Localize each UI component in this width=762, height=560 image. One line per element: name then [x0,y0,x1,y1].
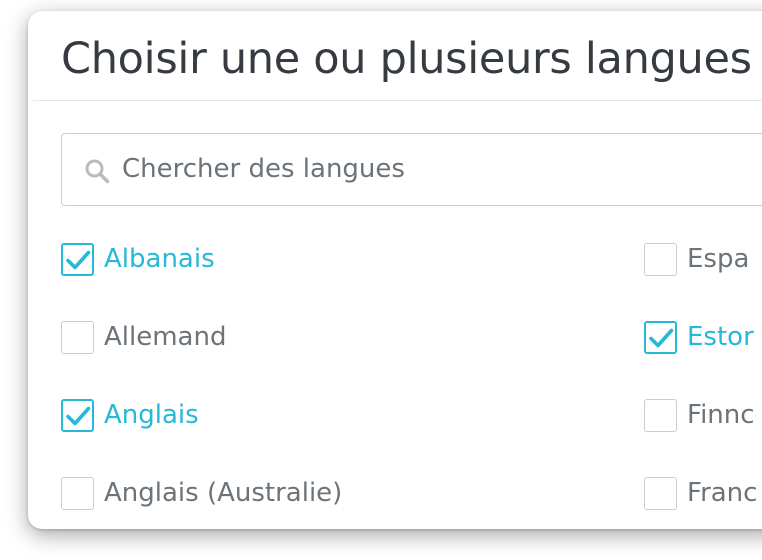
checkbox[interactable] [644,399,677,432]
search-input[interactable] [122,146,722,192]
checkbox[interactable] [61,477,94,510]
checkmark-icon [649,328,674,348]
checkbox[interactable] [644,321,677,354]
search-icon [85,159,110,184]
checkmark-icon [66,406,91,426]
language-label: Anglais [104,400,199,430]
language-label: Franc [687,478,758,508]
language-label: Espa [687,244,750,274]
language-picker-modal: Choisir une ou plusieurs langues Albanai… [28,11,762,529]
checkbox[interactable] [644,243,677,276]
checkbox[interactable] [61,321,94,354]
language-label: Albanais [104,244,215,274]
language-label: Estor [687,322,754,352]
modal-title: Choisir une ou plusieurs langues [61,34,752,84]
checkbox[interactable] [61,243,94,276]
header-divider [33,100,762,101]
checkbox[interactable] [644,477,677,510]
language-label: Allemand [104,322,227,352]
checkmark-icon [66,250,91,270]
language-label: Anglais (Australie) [104,478,343,508]
checkbox[interactable] [61,399,94,432]
search-box[interactable] [61,133,762,206]
language-label: Finnc [687,400,755,430]
